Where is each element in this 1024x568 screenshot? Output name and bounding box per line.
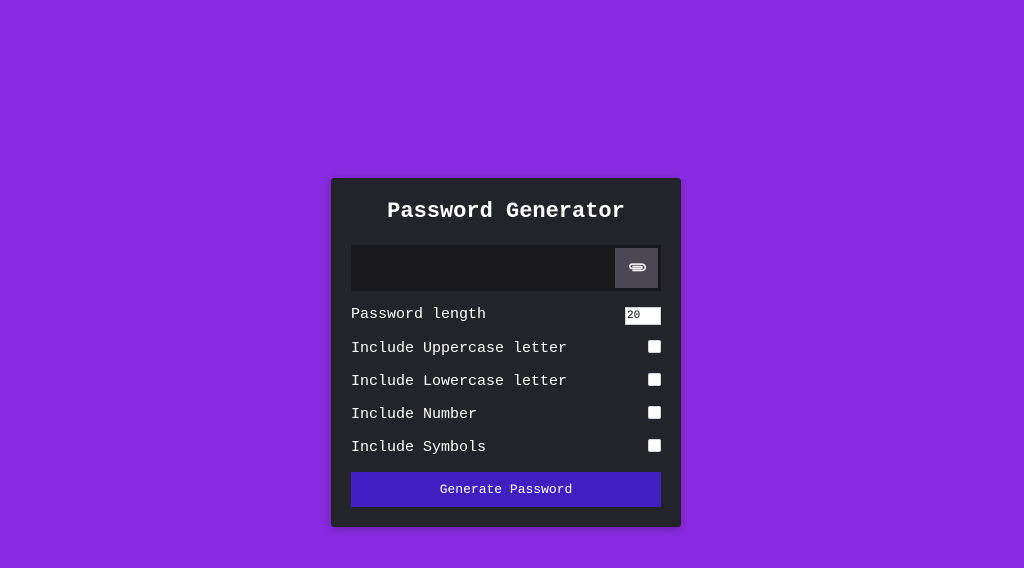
password-length-label: Password length	[351, 306, 487, 323]
symbols-label: Include Symbols	[351, 439, 487, 456]
number-checkbox[interactable]	[648, 406, 661, 419]
setting-uppercase: Include Uppercase letter	[351, 338, 661, 360]
setting-symbols: Include Symbols	[351, 437, 661, 459]
setting-password-length: Password length	[351, 304, 661, 326]
copy-to-clipboard-button[interactable]	[615, 248, 658, 288]
symbols-checkbox[interactable]	[648, 439, 661, 452]
uppercase-checkbox[interactable]	[648, 340, 661, 353]
lowercase-checkbox[interactable]	[648, 373, 661, 386]
number-label: Include Number	[351, 406, 478, 423]
generate-password-button[interactable]: Generate Password	[351, 472, 661, 507]
lowercase-label: Include Lowercase letter	[351, 373, 568, 390]
password-generator-card: Password Generator Password length Inclu…	[331, 178, 681, 527]
uppercase-label: Include Uppercase letter	[351, 340, 568, 357]
setting-number: Include Number	[351, 404, 661, 426]
setting-lowercase: Include Lowercase letter	[351, 371, 661, 393]
password-length-input[interactable]	[625, 307, 661, 325]
paperclip-icon	[627, 261, 647, 276]
password-result-box	[351, 245, 661, 291]
page-title: Password Generator	[387, 199, 625, 224]
